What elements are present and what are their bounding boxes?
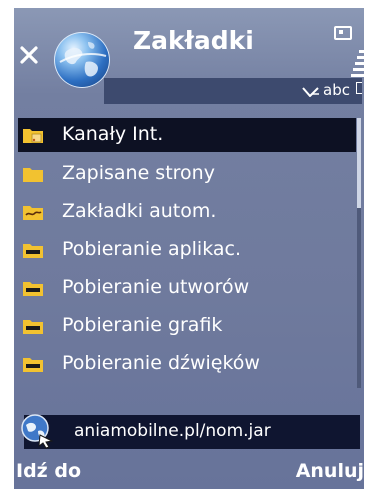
list-item-label: Pobieranie utworów [62, 276, 250, 298]
cancel-softkey[interactable]: Anuluj [296, 460, 364, 482]
list-item-pobieranie-aplikac[interactable]: Pobieranie aplikac. [18, 233, 356, 267]
phone-screen: Zakładki abc Kanały Int. Zapisane strony… [14, 8, 364, 489]
list-item-label: Zapisane strony [62, 162, 215, 184]
list-item-label: Pobieranie grafik [62, 314, 223, 336]
address-field[interactable]: aniamobilne.pl/nom.jar [21, 414, 360, 449]
list-item-label: Zakładki autom. [62, 200, 217, 222]
input-mode-label: abc [323, 81, 350, 99]
download-folder-icon [23, 320, 43, 334]
pen-icon [302, 86, 320, 97]
close-icon[interactable] [18, 44, 40, 66]
folder-icon [23, 168, 43, 182]
list-item-pobieranie-dzwiekow[interactable]: Pobieranie dźwięków [18, 347, 356, 381]
status-strip: abc [104, 78, 362, 104]
address-value: aniamobilne.pl/nom.jar [74, 421, 271, 441]
list-item-zapisane-strony[interactable]: Zapisane strony [18, 157, 356, 191]
page-title: Zakładki [133, 26, 254, 55]
auto-bookmarks-folder-icon [23, 206, 43, 220]
list-item-label: Pobieranie aplikac. [62, 238, 241, 260]
download-folder-icon [23, 244, 43, 258]
scroll-edge-icon [356, 82, 362, 94]
scrollbar-thumb[interactable] [357, 118, 361, 208]
download-folder-icon [23, 282, 43, 296]
feed-folder-icon [23, 129, 43, 143]
input-mode-indicator: abc [302, 81, 350, 99]
list-item-label: Pobieranie dźwięków [62, 352, 260, 374]
download-folder-icon [23, 358, 43, 372]
header: Zakładki abc [14, 8, 364, 116]
list-item-label: Kanały Int. [62, 123, 164, 145]
web-address-icon [21, 414, 54, 449]
list-item-pobieranie-grafik[interactable]: Pobieranie grafik [18, 309, 356, 343]
list-item-kanaly-int[interactable]: Kanały Int. [18, 118, 356, 152]
go-to-softkey[interactable]: Idź do [16, 460, 81, 482]
list-item-zakladki-autom[interactable]: Zakładki autom. [18, 195, 356, 229]
battery-icon [334, 26, 352, 40]
globe-icon [54, 32, 110, 88]
softkey-bar: Idź do Anuluj [14, 456, 364, 489]
list-item-pobieranie-utworow[interactable]: Pobieranie utworów [18, 271, 356, 305]
scrollbar[interactable] [357, 118, 361, 388]
signal-strength-icon [351, 50, 364, 80]
